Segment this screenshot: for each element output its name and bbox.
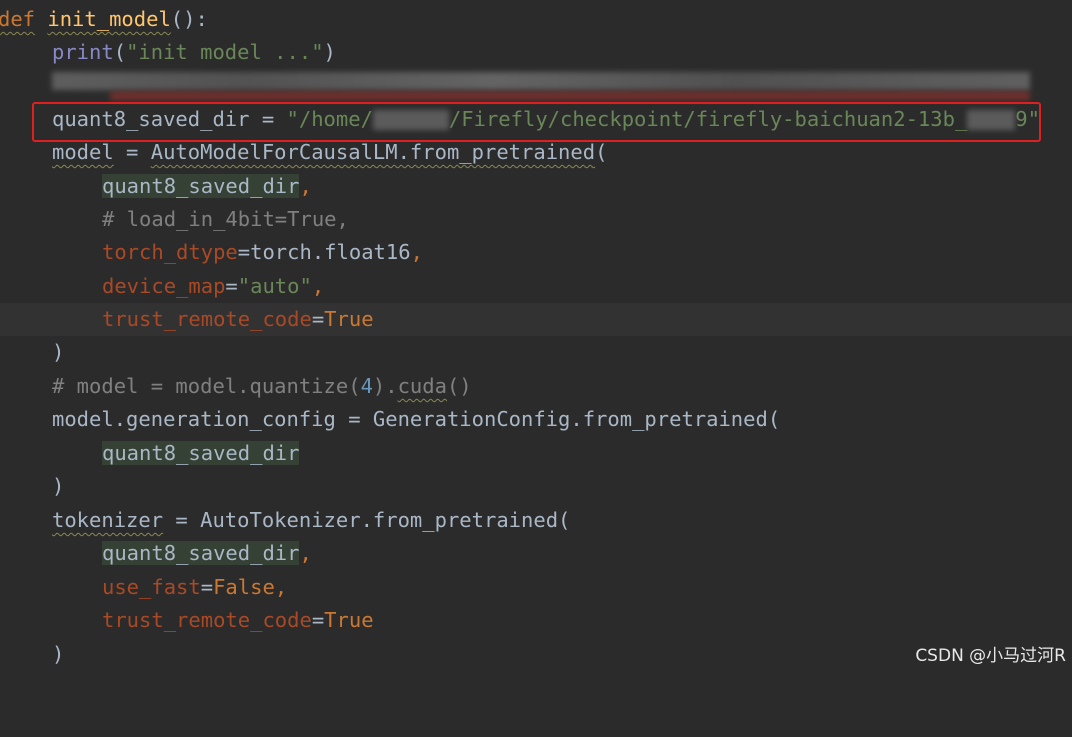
code-line-10: trust_remote_code=True: [0, 303, 1072, 336]
keyword-def: def: [0, 7, 36, 31]
code-line-17: quant8_saved_dir,: [102, 541, 312, 565]
code-line-19: trust_remote_code=True: [102, 608, 374, 632]
function-name: init_model: [47, 7, 171, 31]
code-line-8: torch_dtype=torch.float16,: [102, 240, 423, 264]
code-line-5: model = AutoModelForCausalLM.from_pretra…: [52, 140, 608, 164]
watermark: CSDN @小马过河R: [915, 646, 1066, 666]
code-line-2: print("init model ..."): [52, 40, 336, 64]
code-line-20: ): [52, 642, 65, 666]
redacted-line: [52, 72, 1030, 90]
redacted-line-shadow: [110, 92, 1030, 100]
code-line-11: ): [52, 340, 65, 364]
code-editor[interactable]: def init_model(): print("init model ..."…: [0, 0, 1072, 672]
code-line-14: quant8_saved_dir: [102, 441, 300, 465]
code-line-15: ): [52, 474, 65, 498]
code-line-18: use_fast=False,: [102, 575, 288, 599]
code-line-16: tokenizer = AutoTokenizer.from_pretraine…: [52, 508, 571, 532]
code-line-12: # model = model.quantize(4).cuda(): [52, 374, 472, 398]
code-line-9: device_map="auto",: [102, 274, 325, 298]
code-line-13: model.generation_config = GenerationConf…: [52, 407, 781, 431]
code-line-7: # load_in_4bit=True,: [102, 207, 349, 231]
code-line-6: quant8_saved_dir,: [102, 174, 312, 198]
code-line-1: def init_model():: [0, 7, 208, 31]
